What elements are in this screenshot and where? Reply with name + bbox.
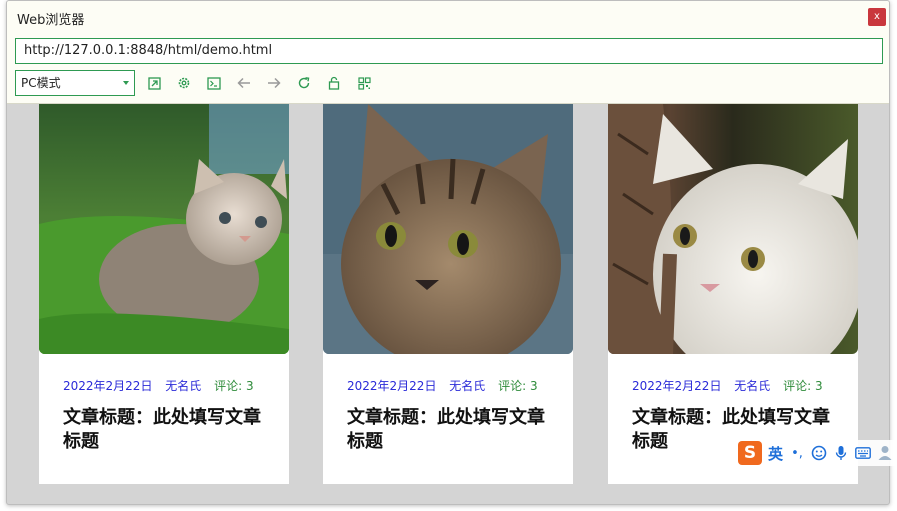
ime-logo[interactable]: S <box>738 441 762 465</box>
article-date: 2022年2月22日 <box>347 379 437 393</box>
article-meta: 2022年2月22日 无名氏 评论: 3 <box>632 377 823 394</box>
article-card[interactable]: 2022年2月22日 无名氏 评论: 3 文章标题：此处填写文章标题 <box>39 104 289 484</box>
browser-window: Web浏览器 x http://127.0.0.1:8848/html/demo… <box>6 0 890 505</box>
ime-punctuation-toggle[interactable]: •, <box>789 445 805 461</box>
article-date: 2022年2月22日 <box>63 379 153 393</box>
lock-icon[interactable] <box>325 74 343 92</box>
article-card[interactable]: 2022年2月22日 无名氏 评论: 3 文章标题：此处填写文章标题 <box>323 104 573 484</box>
open-external-icon[interactable] <box>145 74 163 92</box>
ime-language-toggle[interactable]: 英 <box>768 443 783 464</box>
close-button[interactable]: x <box>868 8 886 26</box>
mode-select-value: PC模式 <box>21 76 61 90</box>
article-author[interactable]: 无名氏 <box>449 379 485 393</box>
ime-toolbar: S 英 •, <box>734 440 897 466</box>
address-bar[interactable]: http://127.0.0.1:8848/html/demo.html <box>15 38 883 64</box>
article-author[interactable]: 无名氏 <box>165 379 201 393</box>
article-meta: 2022年2月22日 无名氏 评论: 3 <box>63 377 254 394</box>
article-author[interactable]: 无名氏 <box>734 379 770 393</box>
article-title[interactable]: 文章标题：此处填写文章标题 <box>63 406 273 454</box>
article-date: 2022年2月22日 <box>632 379 722 393</box>
user-icon[interactable] <box>877 445 893 461</box>
white-cat-photo <box>608 104 858 354</box>
emoji-icon[interactable] <box>811 445 827 461</box>
kitten-photo <box>39 104 289 354</box>
back-icon[interactable] <box>235 74 253 92</box>
article-comments[interactable]: 评论: 3 <box>498 379 538 393</box>
tabby-cat-photo <box>323 104 573 354</box>
article-title[interactable]: 文章标题：此处填写文章标题 <box>347 406 557 454</box>
toolbar <box>145 74 373 92</box>
article-comments[interactable]: 评论: 3 <box>783 379 823 393</box>
forward-icon[interactable] <box>265 74 283 92</box>
reload-icon[interactable] <box>295 74 313 92</box>
browser-chrome: Web浏览器 x http://127.0.0.1:8848/html/demo… <box>7 1 889 104</box>
article-meta: 2022年2月22日 无名氏 评论: 3 <box>347 377 538 394</box>
console-icon[interactable] <box>205 74 223 92</box>
mode-select[interactable]: PC模式 <box>15 70 135 96</box>
article-comments[interactable]: 评论: 3 <box>214 379 254 393</box>
article-card[interactable]: 2022年2月22日 无名氏 评论: 3 文章标题：此处填写文章标题 <box>608 104 858 484</box>
qr-code-icon[interactable] <box>355 74 373 92</box>
chevron-down-icon <box>123 81 129 85</box>
window-title: Web浏览器 <box>17 13 85 28</box>
keyboard-icon[interactable] <box>855 445 871 461</box>
microphone-icon[interactable] <box>833 445 849 461</box>
settings-icon[interactable] <box>175 74 193 92</box>
